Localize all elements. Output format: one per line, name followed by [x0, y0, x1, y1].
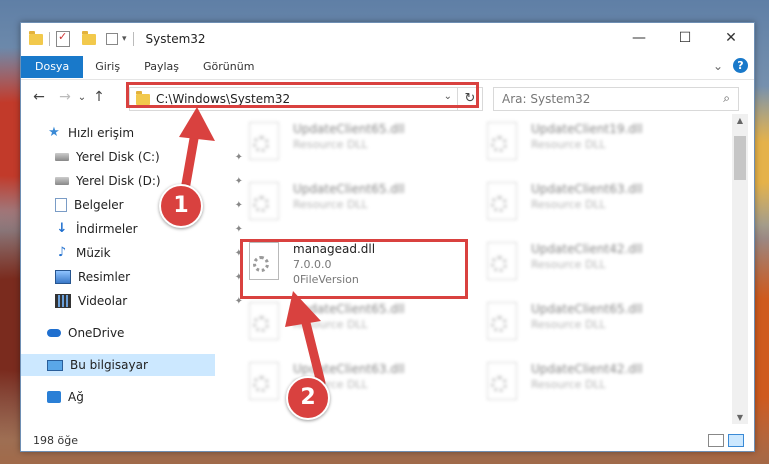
file-description: Resource DLL	[531, 138, 606, 151]
videos-icon	[55, 294, 71, 308]
sidebar-item-label: Ağ	[68, 390, 84, 404]
file-item[interactable]: UpdateClient65.dll Resource DLL	[245, 180, 475, 226]
file-item[interactable]: UpdateClient42.dll Resource DLL	[483, 240, 713, 286]
sidebar-item-label: Videolar	[78, 294, 128, 308]
sidebar-item-network[interactable]: Ağ	[21, 386, 243, 408]
file-description: Resource DLL	[293, 198, 368, 211]
new-folder-icon[interactable]	[82, 30, 96, 45]
sidebar-item-label: Belgeler	[74, 198, 124, 212]
file-description: Resource DLL	[531, 378, 606, 391]
tab-home[interactable]: Giriş	[83, 56, 132, 78]
ribbon-tabs: Dosya Giriş Paylaş Görünüm ⌄ ?	[21, 55, 754, 80]
file-item[interactable]: UpdateClient65.dll Resource DLL	[483, 300, 713, 346]
details-view-icon[interactable]	[708, 434, 724, 447]
file-item[interactable]: UpdateClient42.dll Resource DLL	[483, 360, 713, 406]
scroll-up-icon[interactable]: ▲	[732, 116, 748, 125]
chevron-down-icon[interactable]: ▾	[122, 34, 127, 44]
scrollbar-thumb[interactable]	[734, 136, 746, 180]
title-bar: ▾ System32 — ☐ ✕	[21, 23, 754, 55]
file-item[interactable]: UpdateClient19.dll Resource DLL	[483, 120, 713, 166]
tab-file[interactable]: Dosya	[21, 56, 84, 78]
file-description: Resource DLL	[531, 318, 606, 331]
sidebar-item-pictures[interactable]: Resimler ✦	[21, 266, 251, 288]
sidebar-item-label: Hızlı erişim	[68, 126, 135, 140]
window-controls: — ☐ ✕	[616, 23, 754, 53]
help-icon[interactable]: ?	[733, 58, 748, 73]
search-icon[interactable]: ⌕	[723, 91, 730, 106]
file-name: UpdateClient65.dll	[531, 302, 643, 316]
sidebar-item-downloads[interactable]: ↓ İndirmeler ✦	[21, 218, 251, 240]
folder-icon	[29, 30, 43, 45]
window-title: System32	[145, 32, 206, 46]
file-name: UpdateClient19.dll	[531, 122, 643, 136]
file-name: UpdateClient42.dll	[531, 362, 643, 376]
search-box[interactable]: Ara: System32 ⌕	[493, 87, 739, 111]
star-icon: ★	[48, 125, 60, 140]
network-icon	[47, 391, 61, 403]
file-name: UpdateClient63.dll	[531, 182, 643, 196]
properties-icon[interactable]	[56, 30, 70, 47]
forward-button[interactable]: →	[55, 89, 75, 105]
file-name: UpdateClient65.dll	[293, 122, 405, 136]
customize-toolbar-icon[interactable]	[106, 33, 118, 45]
pictures-icon	[55, 270, 71, 284]
file-item[interactable]: UpdateClient65.dll Resource DLL	[245, 120, 475, 166]
dll-file-icon	[245, 182, 281, 222]
dll-file-icon	[483, 242, 519, 282]
file-name: UpdateClient65.dll	[293, 182, 405, 196]
minimize-button[interactable]: —	[616, 23, 662, 53]
step-badge-2: 2	[286, 376, 330, 420]
sidebar-item-this-pc[interactable]: Bu bilgisayar	[21, 354, 215, 376]
file-description: Resource DLL	[293, 138, 368, 151]
download-icon: ↓	[56, 221, 68, 236]
computer-icon	[47, 359, 63, 371]
sidebar-item-onedrive[interactable]: OneDrive	[21, 322, 243, 344]
tab-view[interactable]: Görünüm	[191, 56, 266, 78]
file-item[interactable]: UpdateClient63.dll Resource DLL	[483, 180, 713, 226]
sidebar-item-label: Yerel Disk (C:)	[76, 150, 160, 164]
sidebar-item-videos[interactable]: Videolar ✦	[21, 290, 251, 312]
close-button[interactable]: ✕	[708, 23, 754, 53]
vertical-scrollbar[interactable]: ▲ ▼	[732, 114, 748, 424]
scroll-down-icon[interactable]: ▼	[732, 413, 748, 422]
file-description: Resource DLL	[531, 258, 606, 271]
file-description: Resource DLL	[531, 198, 606, 211]
dll-file-icon	[483, 302, 519, 342]
up-button[interactable]: ↑	[89, 89, 109, 105]
documents-icon	[55, 198, 67, 212]
cloud-icon	[47, 329, 61, 337]
status-bar: 198 öğe	[21, 429, 754, 451]
sidebar-item-music[interactable]: ♪ Müzik ✦	[21, 242, 251, 264]
tab-share[interactable]: Paylaş	[132, 56, 191, 78]
item-count: 198 öğe	[33, 433, 78, 447]
dll-file-icon	[245, 122, 281, 162]
music-icon: ♪	[57, 245, 67, 260]
drive-icon	[55, 153, 69, 161]
explorer-window: ▾ System32 — ☐ ✕ Dosya Giriş Paylaş Görü…	[20, 22, 755, 452]
search-placeholder: Ara: System32	[502, 92, 591, 106]
sidebar-item-label: Müzik	[76, 246, 111, 260]
step-badge-1: 1	[159, 184, 203, 228]
expand-ribbon-icon[interactable]: ⌄	[713, 59, 723, 73]
recent-locations-button[interactable]: ⌄	[75, 92, 89, 103]
maximize-button[interactable]: ☐	[662, 23, 708, 53]
sidebar-item-label: Bu bilgisayar	[70, 358, 148, 372]
back-button[interactable]: ←	[29, 89, 49, 105]
sidebar-item-label: Resimler	[78, 270, 131, 284]
sidebar-item-label: Yerel Disk (D:)	[76, 174, 161, 188]
quick-access-toolbar: ▾	[29, 30, 136, 47]
file-name: UpdateClient42.dll	[531, 242, 643, 256]
dll-file-icon	[483, 122, 519, 162]
dll-file-icon	[483, 182, 519, 222]
drive-icon	[55, 177, 69, 185]
large-icons-view-icon[interactable]	[728, 434, 744, 447]
sidebar-item-label: OneDrive	[68, 326, 125, 340]
sidebar-item-label: İndirmeler	[76, 222, 138, 236]
dll-file-icon	[483, 362, 519, 402]
